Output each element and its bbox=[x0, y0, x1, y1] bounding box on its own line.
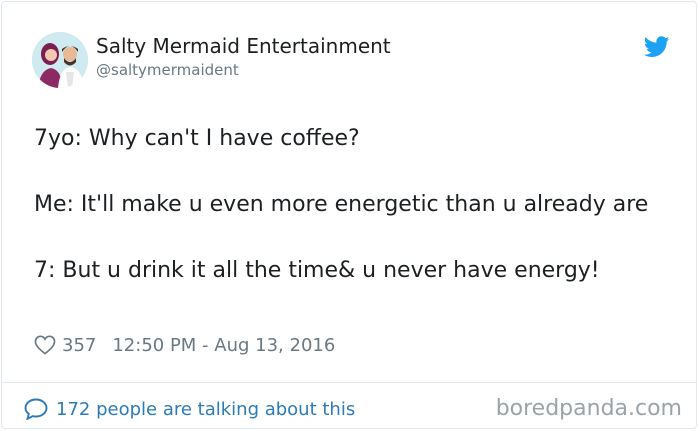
tweet-text: 7yo: Why can't I have coffee? Me: It'll … bbox=[34, 122, 674, 287]
conversation-link-row[interactable]: 172 people are talking about this bbox=[24, 395, 355, 423]
twitter-bird-icon[interactable] bbox=[644, 36, 670, 58]
author-name[interactable]: Salty Mermaid Entertainment bbox=[96, 34, 391, 58]
tweet-card: Salty Mermaid Entertainment @saltymermai… bbox=[1, 1, 697, 429]
tweet-timestamp[interactable]: 12:50 PM - Aug 13, 2016 bbox=[112, 335, 335, 356]
avatar-image bbox=[32, 32, 88, 88]
tweet-line-1: 7yo: Why can't I have coffee? bbox=[34, 126, 360, 151]
conversation-link[interactable]: 172 people are talking about this bbox=[56, 399, 355, 420]
watermark: boredpanda.com bbox=[495, 396, 682, 421]
tweet-line-3: 7: But u drink it all the time& u never … bbox=[34, 258, 600, 283]
like-count[interactable]: 357 bbox=[62, 335, 96, 356]
tweet-meta: 357 12:50 PM - Aug 13, 2016 bbox=[34, 332, 335, 358]
tweet-line-2: Me: It'll make u even more energetic tha… bbox=[34, 192, 649, 217]
tweet-header: Salty Mermaid Entertainment @saltymermai… bbox=[32, 30, 672, 90]
heart-icon[interactable] bbox=[34, 335, 56, 355]
footer-divider bbox=[2, 382, 696, 383]
author-handle[interactable]: @saltymermaident bbox=[96, 61, 239, 79]
author-avatar[interactable] bbox=[32, 32, 88, 88]
speech-bubble-icon bbox=[24, 398, 48, 420]
